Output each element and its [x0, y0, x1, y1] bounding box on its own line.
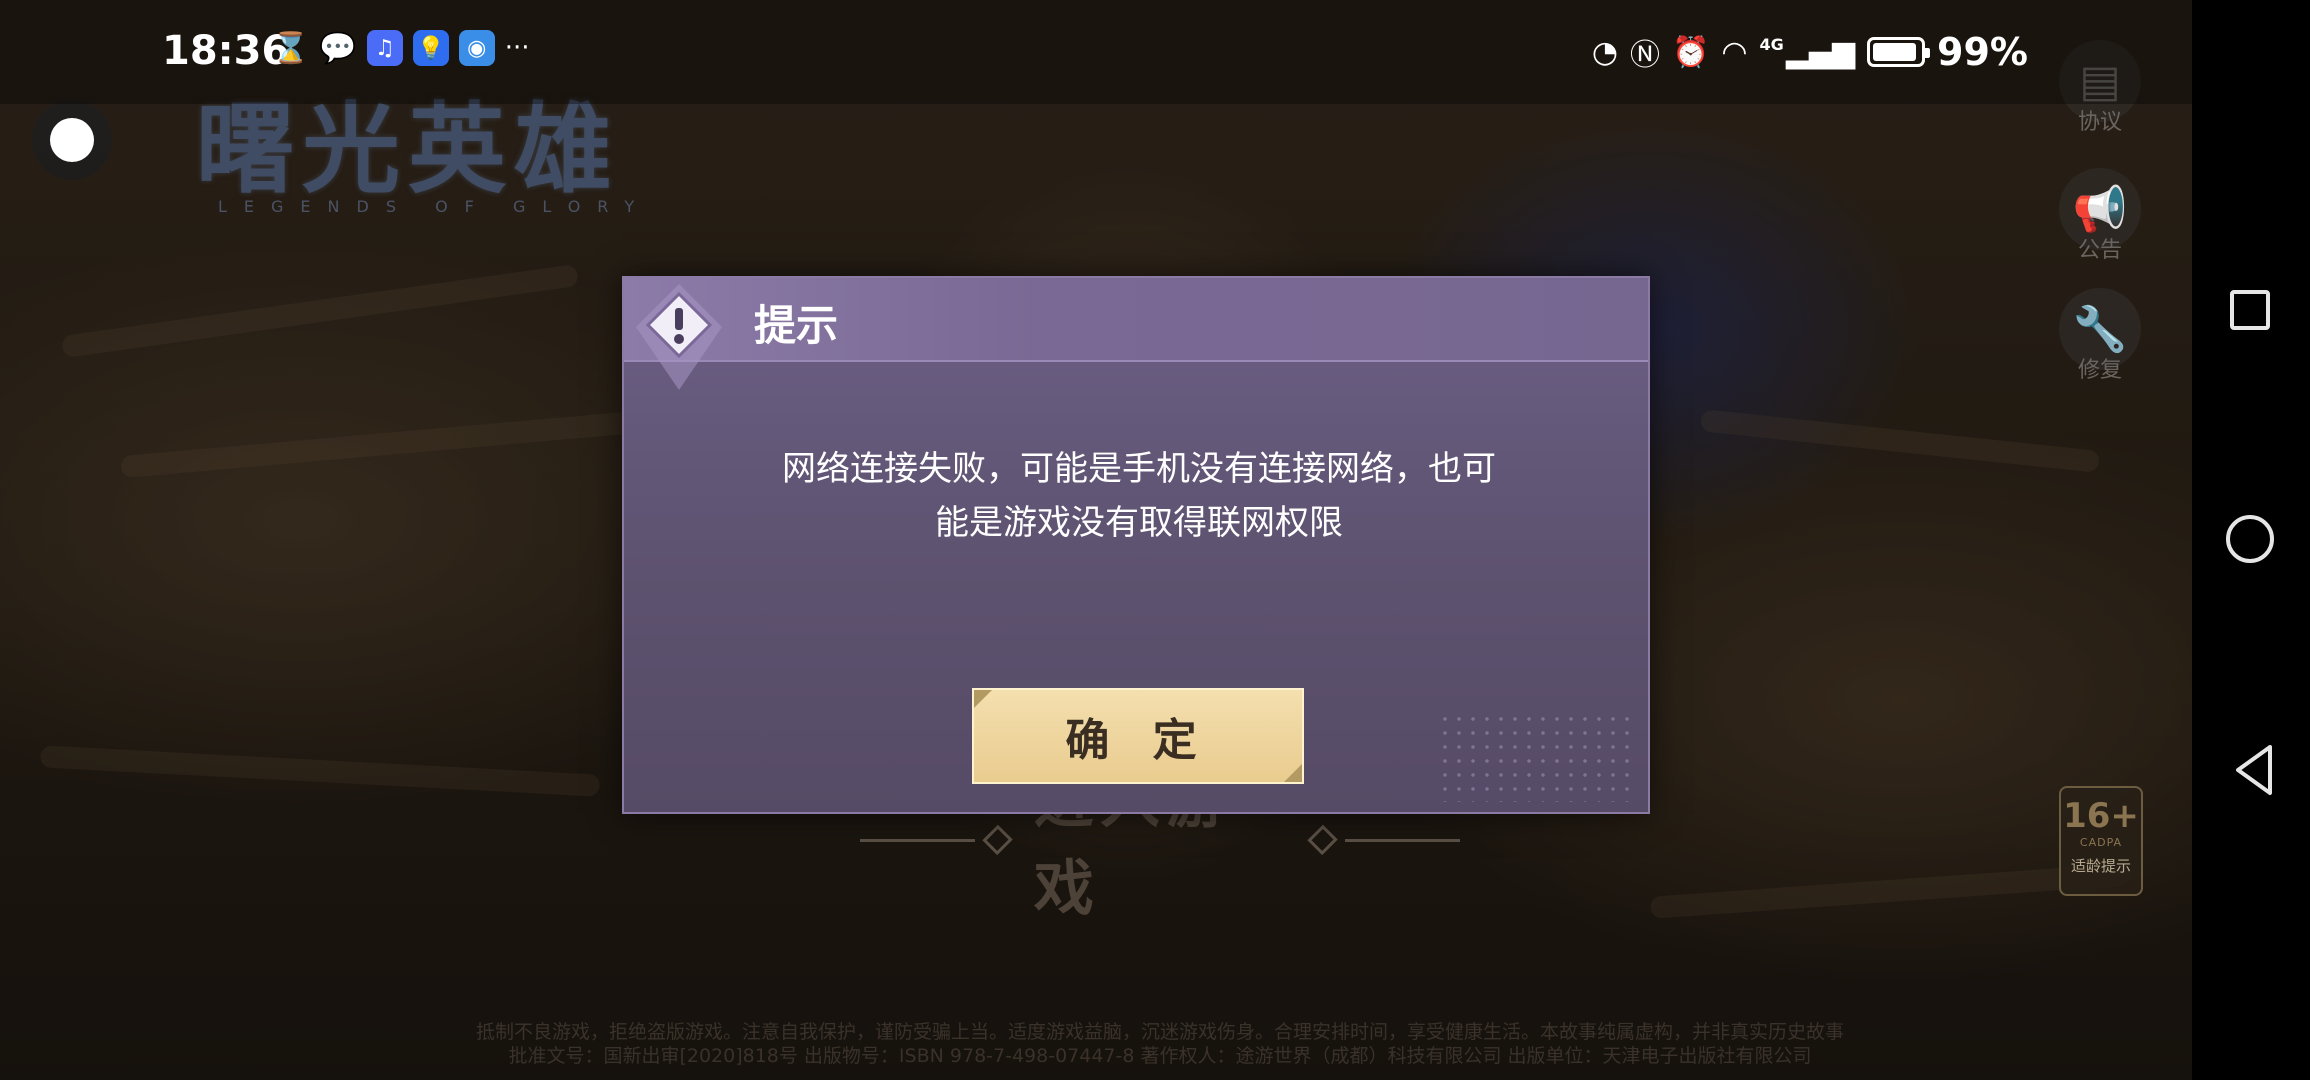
disclaimer-line: 批准文号：国新出审[2020]818号 出版物号：ISBN 978-7-498-…	[508, 1045, 1812, 1067]
age-rating-number: 16+	[2063, 796, 2139, 836]
legal-disclaimer: 抵制不良游戏，拒绝盗版游戏。注意自我保护，谨防受骗上当。适度游戏益脑，沉迷游戏伤…	[360, 1020, 1960, 1068]
network-error-dialog: 提示 网络连接失败，可能是手机没有连接网络，也可 能是游戏没有取得联网权限 确 …	[622, 276, 1650, 814]
confirm-label: 确 定	[1065, 715, 1211, 766]
divider	[1345, 838, 1460, 842]
floating-assistant-ball[interactable]	[32, 100, 112, 180]
recents-button[interactable]	[2230, 290, 2270, 330]
alarm-icon: ⏰	[1672, 34, 1710, 70]
announcement-label: 公告	[2077, 238, 2122, 263]
back-button[interactable]	[2232, 743, 2276, 797]
message-line: 能是游戏没有取得联网权限	[935, 503, 1343, 543]
repair-button[interactable]: 🔧 修复	[2058, 288, 2142, 384]
browser-app-icon: ◉	[458, 30, 495, 66]
hourglass-icon: ⌛	[272, 30, 310, 66]
confirm-button[interactable]: 确 定	[972, 688, 1304, 784]
nfc-icon: Ⓝ	[1630, 38, 1660, 73]
dialog-title: 提示	[754, 301, 839, 350]
signal-icon: ▂▄▆	[1785, 34, 1856, 70]
disclaimer-line: 抵制不良游戏，拒绝盗版游戏。注意自我保护，谨防受骗上当。适度游戏益脑，沉迷游戏伤…	[475, 1021, 1844, 1043]
message-line: 网络连接失败，可能是手机没有连接网络，也可	[782, 449, 1496, 489]
warning-icon	[636, 284, 722, 390]
navigation-bar	[2192, 0, 2310, 1080]
age-rating-badge[interactable]: 16+ CADPA 适龄提示	[2059, 786, 2143, 896]
data-saver-icon: ◔	[1591, 34, 1618, 70]
dialog-header: 提示	[624, 278, 1648, 362]
battery-percent: 99%	[1937, 30, 2028, 74]
more-dots-icon: ···	[504, 33, 530, 63]
game-logo-subtitle: LEGENDS OF GLORY	[218, 197, 652, 216]
divider	[860, 838, 975, 842]
notification-icons: ⌛ 💬 ♫ 💡 ◉ ···	[272, 30, 530, 66]
music-app-icon: ♫	[366, 30, 403, 66]
battery-icon	[1867, 37, 1931, 67]
agreement-label: 协议	[2077, 110, 2122, 135]
home-button[interactable]	[2226, 515, 2274, 563]
dialog-message: 网络连接失败，可能是手机没有连接网络，也可 能是游戏没有取得联网权限	[744, 442, 1534, 550]
wechat-icon: 💬	[319, 30, 357, 66]
status-time: 18:36	[162, 28, 290, 74]
age-rating-label: 适龄提示	[2070, 857, 2131, 875]
diamond-ornament-icon	[1307, 824, 1339, 856]
announcement-button[interactable]: 📢 公告	[2058, 168, 2142, 264]
dot-pattern-decoration	[1438, 712, 1638, 802]
game-logo-title: 曙光英雄	[196, 92, 621, 207]
diamond-ornament-icon	[981, 824, 1013, 856]
age-rating-org: CADPA	[2079, 836, 2123, 849]
bulb-app-icon: 💡	[412, 30, 449, 66]
repair-label: 修复	[2077, 358, 2122, 383]
circle-icon	[50, 118, 94, 162]
wifi-icon: ◠	[1721, 34, 1748, 70]
network-type: 4G	[1759, 34, 1784, 54]
game-logo: 曙光英雄 LEGENDS OF GLORY	[196, 95, 686, 225]
system-icons: ◔ Ⓝ ⏰ ◠ 4G ▂▄▆ 99%	[1592, 30, 2028, 74]
status-bar: 18:36 ⌛ 💬 ♫ 💡 ◉ ··· ◔ Ⓝ ⏰ ◠ 4G ▂▄▆ 99%	[0, 0, 2192, 104]
